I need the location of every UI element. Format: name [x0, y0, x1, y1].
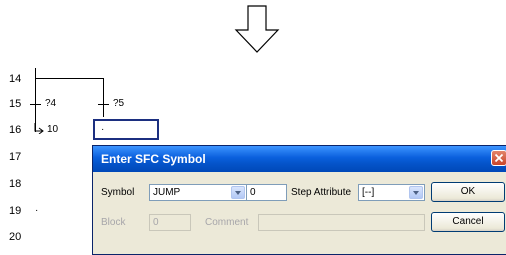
sfc-branch-line — [35, 78, 104, 79]
sfc-right-tick — [98, 104, 109, 105]
close-button[interactable] — [491, 150, 506, 166]
block-label: Block — [101, 217, 126, 228]
jump-target-label: 10 — [47, 124, 59, 135]
row-number: 16 — [9, 124, 22, 136]
step-attribute-label: Step Attribute — [291, 187, 352, 198]
symbol-select[interactable]: JUMP — [149, 184, 247, 201]
ok-button[interactable]: OK — [431, 182, 505, 202]
transition-right-label: ?5 — [113, 98, 125, 109]
block-input[interactable]: 0 — [149, 214, 191, 231]
sfc-right-rail — [103, 78, 104, 117]
step-attribute-select[interactable]: [--] — [358, 184, 425, 201]
step-attribute-value: [--] — [362, 187, 375, 198]
transition-left-label: ?4 — [45, 98, 57, 109]
row-number: 18 — [9, 178, 22, 190]
cell-dot: · — [101, 124, 105, 135]
symbol-select-value: JUMP — [153, 187, 181, 198]
row-number: 14 — [9, 73, 22, 85]
step-number-input[interactable]: 0 — [246, 184, 287, 201]
row-number: 17 — [9, 151, 22, 163]
down-arrow-icon — [234, 5, 280, 53]
dialog-titlebar[interactable]: Enter SFC Symbol — [93, 146, 506, 172]
comment-label: Comment — [205, 217, 249, 228]
cancel-button[interactable]: Cancel — [431, 212, 505, 232]
jump-arrow-icon — [34, 123, 44, 134]
row-number: 19 — [9, 205, 22, 217]
enter-sfc-symbol-dialog: Enter SFC Symbol Symbol JUMP 0 Step Attr… — [92, 145, 506, 255]
row-number: 15 — [9, 98, 22, 110]
sfc-left-tick — [30, 104, 41, 105]
comment-input[interactable] — [258, 214, 425, 231]
row-number: 20 — [9, 231, 22, 243]
chevron-down-icon[interactable] — [231, 186, 245, 199]
chevron-down-icon[interactable] — [409, 186, 423, 199]
dialog-title: Enter SFC Symbol — [101, 152, 206, 166]
close-icon — [494, 153, 504, 163]
row-dot: · — [35, 205, 39, 216]
symbol-label: Symbol — [101, 187, 135, 198]
